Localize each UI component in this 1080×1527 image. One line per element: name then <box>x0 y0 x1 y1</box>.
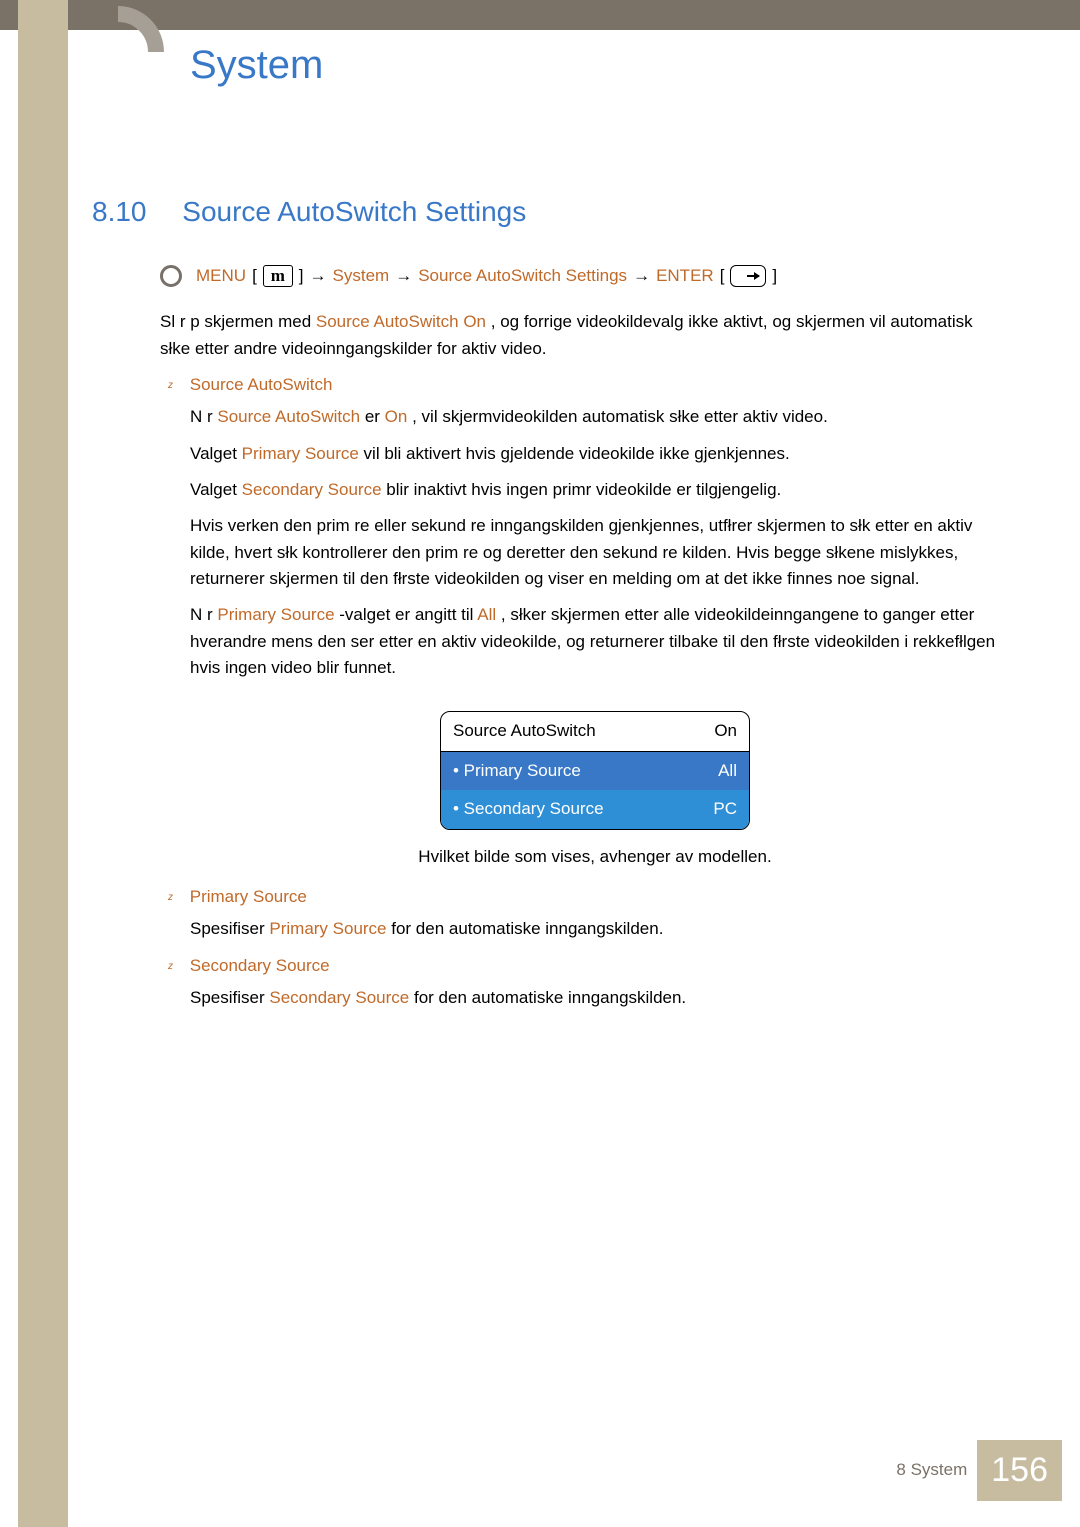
osd-caption: Hvilket bilde som vises, avhenger av mod… <box>190 844 1000 870</box>
sas-p5: N r Primary Source -valget er angitt til… <box>190 602 1000 681</box>
osd-row-value: All <box>718 758 737 784</box>
osd-row-source-autoswitch: Source AutoSwitch On <box>441 712 749 751</box>
nav-arrow: → <box>633 263 650 289</box>
primary-source-block: Spesifiser Primary Source for den automa… <box>190 916 1000 942</box>
ss-p1: Spesifiser Secondary Source for den auto… <box>190 985 1000 1011</box>
osd-row-primary-source: • Primary Source All <box>441 752 749 790</box>
osd-row-value: PC <box>713 796 737 822</box>
enter-button-icon <box>730 265 766 287</box>
sas-p4: Hvis verken den prim re eller sekund re … <box>190 513 1000 592</box>
section-title: Source AutoSwitch Settings <box>182 196 526 227</box>
nav-path: MENU [ m ] → System → Source AutoSwitch … <box>160 263 1000 289</box>
osd-row-secondary-source: • Secondary Source PC <box>441 790 749 828</box>
sas-p1: N r Source AutoSwitch er On , vil skjerm… <box>190 404 1000 430</box>
nav-arrow: → <box>310 263 327 289</box>
sas-p2: Valget Primary Source vil bli aktivert h… <box>190 441 1000 467</box>
header-bar <box>0 0 1080 30</box>
footer: 8 System 156 <box>896 1440 1062 1501</box>
nav-menu-label: MENU <box>196 263 246 289</box>
nav-enter-label: ENTER <box>656 263 714 289</box>
nav-item-system: System <box>333 263 390 289</box>
section-heading: 8.10 Source AutoSwitch Settings <box>92 190 526 233</box>
intro-paragraph: Sl r p skjermen med Source AutoSwitch On… <box>160 309 1000 362</box>
osd-row-label: • Primary Source <box>453 758 581 784</box>
bullet-icon: z <box>168 892 173 903</box>
subhead-secondary-source: z Secondary Source <box>160 953 1000 979</box>
source-autoswitch-block: N r Source AutoSwitch er On , vil skjerm… <box>190 404 1000 869</box>
subhead-source-autoswitch: z Source AutoSwitch <box>160 372 1000 398</box>
subhead-primary-source: z Primary Source <box>160 884 1000 910</box>
bullet-icon: z <box>168 380 173 391</box>
osd-row-label: • Secondary Source <box>453 796 604 822</box>
nav-arrow: → <box>395 263 412 289</box>
content-area: MENU [ m ] → System → Source AutoSwitch … <box>160 255 1000 1021</box>
osd-row-value: On <box>714 718 737 744</box>
ps-p1: Spesifiser Primary Source for den automa… <box>190 916 1000 942</box>
bullet-icon: z <box>168 961 173 972</box>
nav-item-sas: Source AutoSwitch Settings <box>418 263 627 289</box>
menu-button-icon: m <box>263 265 293 287</box>
footer-chapter: 8 System <box>896 1457 967 1483</box>
chapter-title: System <box>190 34 323 96</box>
osd-menu: Source AutoSwitch On • Primary Source Al… <box>440 711 750 829</box>
section-number: 8.10 <box>92 196 147 227</box>
left-margin-stripe <box>18 0 68 1527</box>
page-number: 156 <box>977 1440 1062 1501</box>
secondary-source-block: Spesifiser Secondary Source for den auto… <box>190 985 1000 1011</box>
osd-row-label: Source AutoSwitch <box>453 718 596 744</box>
nav-bullet-icon <box>160 265 182 287</box>
sas-p3: Valget Secondary Source blir inaktivt hv… <box>190 477 1000 503</box>
